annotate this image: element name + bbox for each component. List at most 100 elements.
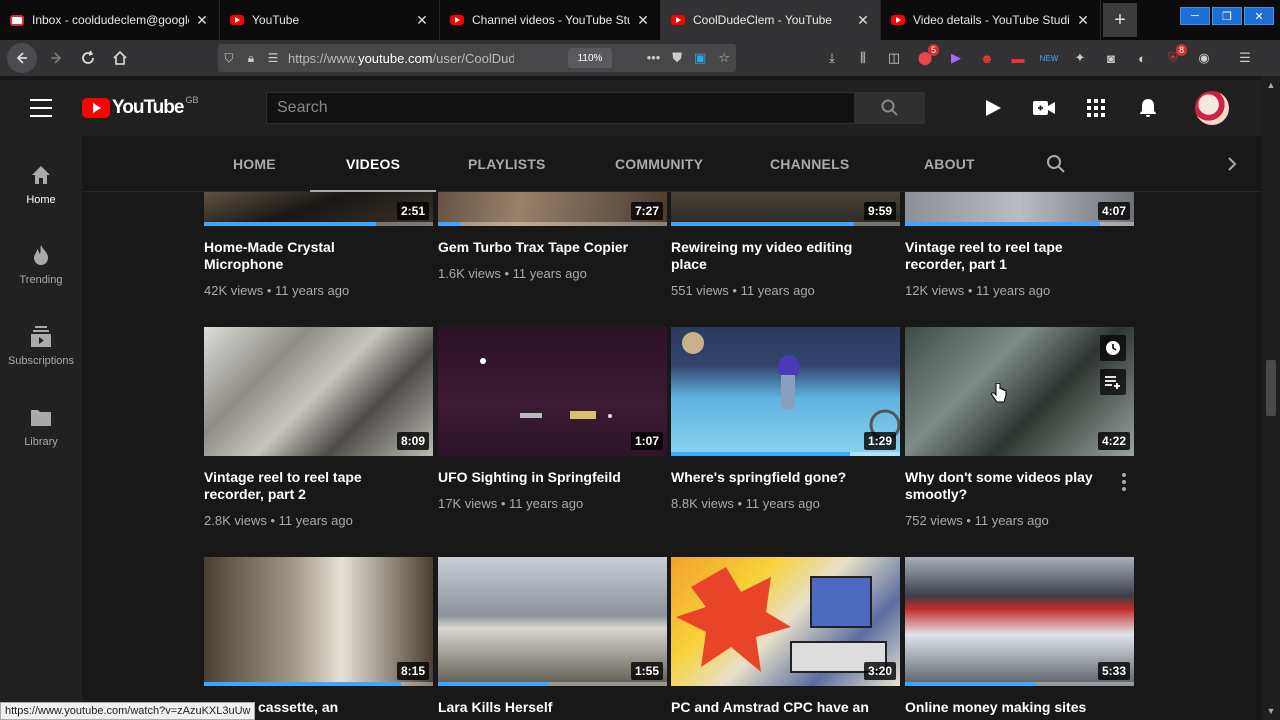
guide-item-subscriptions[interactable]: Subscriptions: [0, 323, 82, 367]
tab-about[interactable]: ABOUT: [924, 136, 975, 192]
video-card[interactable]: 1:55 Lara Kills Herself: [438, 557, 667, 716]
extension-puzzle-icon[interactable]: ✦: [1068, 46, 1092, 70]
ublock-icon[interactable]: ⛨ 8: [1161, 44, 1187, 70]
download-icon[interactable]: ⤓: [820, 46, 844, 70]
guide-item-library[interactable]: Library: [0, 404, 82, 448]
close-icon[interactable]: ✕: [856, 12, 870, 29]
guide-item-trending[interactable]: Trending: [0, 242, 82, 286]
sidebar-icon[interactable]: ◫: [882, 46, 906, 70]
permissions-icon[interactable]: ☰: [262, 51, 284, 65]
video-action-menu-button[interactable]: [1122, 473, 1126, 491]
close-icon[interactable]: ✕: [636, 12, 650, 29]
extension-new-icon[interactable]: NEW: [1037, 46, 1061, 70]
video-card[interactable]: 8:09 Vintage reel to reel tape recorder,…: [204, 327, 433, 528]
video-title[interactable]: Rewireing my video editing place: [671, 239, 881, 273]
video-card[interactable]: 8:15 cassette, an: [204, 557, 433, 716]
home-button[interactable]: [104, 42, 136, 74]
close-icon[interactable]: ✕: [195, 12, 209, 29]
video-thumbnail[interactable]: 8:15: [204, 557, 433, 686]
video-title[interactable]: Vintage reel to reel tape recorder, part…: [204, 469, 414, 503]
browser-tab-youtube[interactable]: YouTube ✕: [220, 0, 440, 40]
browser-tab-video-details[interactable]: Video details - YouTube Studio ✕: [881, 0, 1101, 40]
extension-dark-icon[interactable]: ◐: [1130, 46, 1154, 70]
shield-icon[interactable]: ⛉: [218, 51, 240, 66]
search-button[interactable]: [855, 92, 925, 124]
back-button[interactable]: [7, 43, 37, 73]
library-icon[interactable]: ⫼: [851, 46, 875, 70]
video-thumbnail[interactable]: 1:07: [438, 327, 667, 456]
video-card[interactable]: 5:33 Online money making sites: [905, 557, 1134, 716]
video-title[interactable]: Lara Kills Herself: [438, 699, 648, 716]
search-input[interactable]: Search: [266, 92, 855, 124]
minimize-button[interactable]: ─: [1180, 7, 1210, 25]
reader-view-icon[interactable]: ▣: [694, 50, 706, 66]
avatar[interactable]: [1195, 91, 1229, 125]
close-icon[interactable]: ✕: [1076, 12, 1090, 29]
extension-red-icon[interactable]: ⬤ 5: [913, 44, 939, 70]
video-card[interactable]: 2:51 Home-Made Crystal Microphone 42K vi…: [204, 192, 433, 298]
browser-tab-studio[interactable]: Channel videos - YouTube Studio ✕: [440, 0, 661, 40]
restore-button[interactable]: ❐: [1212, 7, 1242, 25]
reload-button[interactable]: [72, 42, 104, 74]
forward-button[interactable]: [40, 42, 72, 74]
extension-play-icon[interactable]: ▶: [944, 46, 968, 70]
url-text[interactable]: https://www.youtube.com/user/CoolDudeCle…: [288, 51, 514, 66]
channel-search-button[interactable]: [1046, 136, 1066, 192]
extension-face-icon[interactable]: ☻: [975, 46, 999, 70]
video-card[interactable]: 4:07 Vintage reel to reel tape recorder,…: [905, 192, 1134, 298]
scroll-up-button[interactable]: ▲: [1262, 78, 1280, 92]
add-to-queue-button[interactable]: [1100, 369, 1126, 395]
video-card[interactable]: 4:22 Why don't some videos play smootly?…: [905, 327, 1134, 528]
video-thumbnail[interactable]: 4:22: [905, 327, 1134, 456]
account-icon[interactable]: ◉: [1192, 46, 1216, 70]
create-video-button[interactable]: [1032, 96, 1056, 120]
guide-item-home[interactable]: Home: [0, 162, 82, 206]
video-card[interactable]: 9:59 Rewireing my video editing place 55…: [671, 192, 900, 298]
video-title[interactable]: Where's springfield gone?: [671, 469, 881, 486]
lock-icon[interactable]: 🔒︎: [240, 51, 262, 66]
video-thumbnail[interactable]: 2:51: [204, 192, 433, 226]
close-window-button[interactable]: ✕: [1244, 7, 1274, 25]
scrollbar-thumb[interactable]: [1266, 360, 1276, 416]
video-title[interactable]: UFO Sighting in Springfeild: [438, 469, 648, 486]
screenshot-icon[interactable]: ◙: [1099, 46, 1123, 70]
video-title[interactable]: Why don't some videos play smootly?: [905, 469, 1115, 503]
browser-tab-gmail[interactable]: Inbox - cooldudeclem@googlemail.com ✕: [0, 0, 220, 40]
video-thumbnail[interactable]: 9:59: [671, 192, 900, 226]
video-thumbnail[interactable]: 8:09: [204, 327, 433, 456]
apps-button[interactable]: [1084, 96, 1108, 120]
bookmark-star-icon[interactable]: ☆: [718, 50, 730, 66]
yt-gaming-button[interactable]: [981, 96, 1005, 120]
video-thumbnail[interactable]: 4:07: [905, 192, 1134, 226]
video-thumbnail[interactable]: 1:55: [438, 557, 667, 686]
video-card[interactable]: 3:20 PC and Amstrad CPC have an: [671, 557, 900, 716]
video-thumbnail[interactable]: 1:29: [671, 327, 900, 456]
tab-community[interactable]: COMMUNITY: [615, 136, 703, 192]
scroll-down-button[interactable]: ▼: [1262, 704, 1280, 718]
video-card[interactable]: 1:29 Where's springfield gone? 8.8K view…: [671, 327, 900, 511]
tab-playlists[interactable]: PLAYLISTS: [468, 136, 546, 192]
close-icon[interactable]: ✕: [415, 12, 429, 29]
zoom-indicator[interactable]: 110%: [568, 48, 612, 68]
video-thumbnail[interactable]: 3:20: [671, 557, 900, 686]
extension-tube-icon[interactable]: ▬: [1006, 46, 1030, 70]
video-thumbnail[interactable]: 7:27: [438, 192, 667, 226]
video-title[interactable]: PC and Amstrad CPC have an: [671, 699, 881, 716]
notifications-button[interactable]: [1136, 96, 1160, 120]
hamburger-menu-icon[interactable]: ☰: [1233, 46, 1257, 70]
browser-tab-channel[interactable]: CoolDudeClem - YouTube ✕: [661, 0, 881, 40]
video-title[interactable]: Online money making sites: [905, 699, 1115, 716]
video-title[interactable]: Vintage reel to reel tape recorder, part…: [905, 239, 1115, 273]
tabs-scroll-right-button[interactable]: [1226, 136, 1238, 192]
guide-menu-button[interactable]: [28, 97, 54, 119]
video-title[interactable]: Home-Made Crystal Microphone: [204, 239, 414, 273]
url-bar[interactable]: ⛉ 🔒︎ ☰ https://www.youtube.com/user/Cool…: [218, 44, 736, 72]
tab-videos[interactable]: VIDEOS: [309, 136, 437, 192]
page-scrollbar[interactable]: ▲ ▼: [1262, 76, 1280, 720]
tab-home[interactable]: HOME: [233, 136, 276, 192]
watch-later-button[interactable]: [1100, 335, 1126, 361]
video-card[interactable]: 7:27 Gem Turbo Trax Tape Copier 1.6K vie…: [438, 192, 667, 281]
new-tab-button[interactable]: +: [1103, 3, 1137, 37]
video-title[interactable]: Gem Turbo Trax Tape Copier: [438, 239, 648, 256]
more-actions-icon[interactable]: •••: [647, 50, 661, 66]
